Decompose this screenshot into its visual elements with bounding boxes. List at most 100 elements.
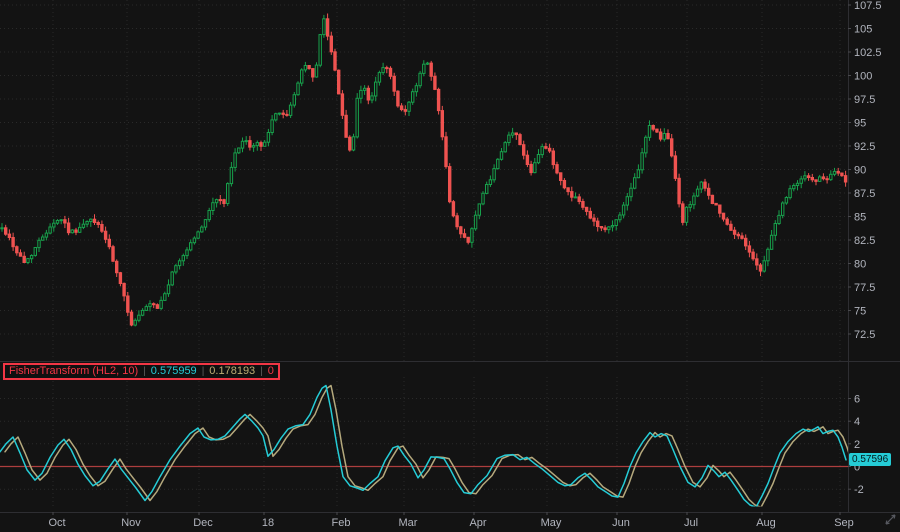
candle xyxy=(733,227,735,239)
candle xyxy=(497,158,499,170)
candle xyxy=(289,102,291,118)
candle xyxy=(833,168,835,176)
time-axis[interactable]: OctNovDec18FebMarAprMayJunJulAugSep xyxy=(48,512,853,529)
candle xyxy=(515,132,517,140)
candle xyxy=(774,220,776,241)
candle xyxy=(597,218,599,232)
candle xyxy=(297,81,299,95)
candle xyxy=(626,193,628,211)
candle xyxy=(397,90,399,108)
candle xyxy=(412,89,414,105)
candle xyxy=(800,176,802,188)
indicator-tick-label: 6 xyxy=(854,394,860,406)
last-value-badge: 0.57596 xyxy=(849,453,891,466)
candle xyxy=(463,229,465,239)
time-tick-label: Apr xyxy=(469,517,486,529)
candle xyxy=(123,283,125,302)
candle xyxy=(663,128,665,141)
candle xyxy=(145,304,147,310)
candle xyxy=(456,213,458,230)
candle xyxy=(837,168,839,176)
candle xyxy=(737,232,739,239)
candle xyxy=(541,144,543,158)
candle xyxy=(267,129,269,146)
candle xyxy=(193,236,195,244)
candle xyxy=(593,214,595,226)
candle xyxy=(215,199,217,208)
candle xyxy=(752,249,754,261)
candle xyxy=(234,148,236,171)
candle xyxy=(815,180,817,186)
candle xyxy=(600,226,602,231)
candle xyxy=(504,141,506,153)
time-tick-label: May xyxy=(541,517,562,529)
candle xyxy=(86,220,88,227)
candle xyxy=(730,221,732,231)
candle xyxy=(482,191,484,205)
candle xyxy=(349,135,351,152)
candle xyxy=(219,195,221,205)
chart-canvas[interactable]: 107.5105102.510097.59592.59087.58582.580… xyxy=(0,0,900,532)
candle xyxy=(582,199,584,210)
time-tick-label: Nov xyxy=(121,517,141,529)
candle xyxy=(90,218,92,227)
candle xyxy=(212,198,214,215)
candle xyxy=(386,66,388,74)
price-tick-label: 105 xyxy=(854,24,872,36)
candle xyxy=(49,223,51,234)
candle xyxy=(671,134,673,158)
candle xyxy=(227,182,229,206)
price-tick-label: 77.5 xyxy=(854,282,875,294)
price-axis[interactable]: 107.5105102.510097.59592.59087.58582.580… xyxy=(848,0,882,341)
legend-separator: | xyxy=(202,365,205,378)
candle xyxy=(711,195,713,205)
candle xyxy=(426,62,428,65)
candle xyxy=(674,151,676,181)
candle xyxy=(530,161,532,176)
candle xyxy=(545,143,547,150)
candle xyxy=(486,182,488,195)
candle xyxy=(341,90,343,119)
candle xyxy=(315,62,317,78)
candle xyxy=(19,249,21,256)
candle xyxy=(141,308,143,316)
indicator-axis[interactable]: 6420-2 xyxy=(848,394,864,497)
candle xyxy=(245,136,247,145)
candle xyxy=(60,219,62,224)
candle xyxy=(1,223,3,232)
candle xyxy=(604,225,606,232)
candle xyxy=(434,73,436,91)
candle xyxy=(389,66,391,79)
candle xyxy=(430,61,432,81)
pane-resize-icon[interactable] xyxy=(886,515,895,524)
chart-window: 107.5105102.510097.59592.59087.58582.580… xyxy=(0,0,900,532)
candle xyxy=(175,264,177,274)
candle xyxy=(519,133,521,145)
candle xyxy=(119,272,121,286)
candle xyxy=(578,194,580,205)
indicator-title[interactable]: FisherTransform (HL2, 10) xyxy=(9,365,138,378)
candle xyxy=(826,176,828,184)
candle xyxy=(38,238,40,253)
candle xyxy=(304,62,306,73)
candle xyxy=(112,245,114,262)
candle xyxy=(138,310,140,322)
candle xyxy=(312,68,314,82)
candle xyxy=(367,86,369,105)
candle xyxy=(474,211,476,231)
candle xyxy=(523,141,525,160)
candle xyxy=(452,200,454,217)
candle xyxy=(611,220,613,231)
candle xyxy=(249,136,251,151)
price-tick-label: 82.5 xyxy=(854,235,875,247)
candle xyxy=(759,263,761,276)
candle xyxy=(75,228,77,235)
time-tick-label: Feb xyxy=(332,517,351,529)
candle xyxy=(404,105,406,115)
candle xyxy=(160,296,162,310)
price-tick-label: 80 xyxy=(854,259,866,271)
pane-borders xyxy=(0,0,900,513)
candle xyxy=(197,230,199,239)
candle xyxy=(844,171,846,187)
indicator-legend[interactable]: FisherTransform (HL2, 10) | 0.575959 | 0… xyxy=(3,363,280,380)
